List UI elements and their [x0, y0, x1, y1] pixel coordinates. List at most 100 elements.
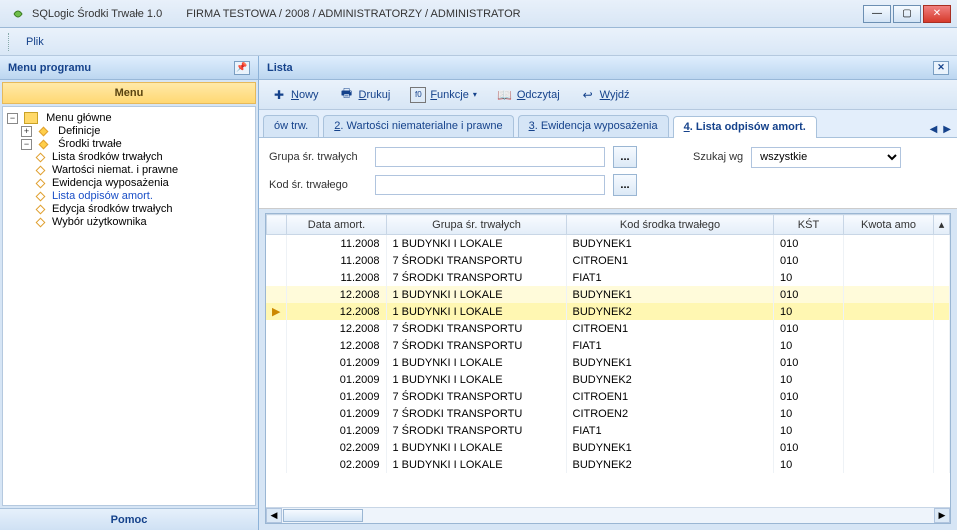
tab-scroll-left[interactable]: ◀ [928, 122, 940, 137]
cell-data: 01.2009 [286, 405, 386, 422]
left-panel-title: Menu programu [8, 62, 91, 74]
lookup-kod-button[interactable]: ... [613, 174, 637, 196]
table-row[interactable]: ▶12.20081 BUDYNKI I LOKALEBUDYNEK210 [266, 303, 950, 320]
table-row[interactable]: 12.20081 BUDYNKI I LOKALEBUDYNEK1010 [266, 286, 950, 303]
cell-kod: CITROEN1 [566, 388, 774, 405]
scroll-left-icon[interactable]: ◀ [266, 508, 282, 523]
cell-kst: 010 [774, 388, 844, 405]
tab-scroll-right[interactable]: ▶ [941, 122, 953, 137]
tree-definicje[interactable]: Definicje [56, 124, 102, 138]
tree-srodki-trwale[interactable]: Środki trwałe [56, 137, 124, 151]
col-kwota[interactable]: Kwota amo [844, 215, 934, 235]
cell-grupa: 7 ŚRODKI TRANSPORTU [386, 269, 566, 286]
table-row[interactable]: 11.20087 ŚRODKI TRANSPORTUFIAT110 [266, 269, 950, 286]
table-row[interactable]: 11.20087 ŚRODKI TRANSPORTUCITROEN1010 [266, 252, 950, 269]
col-kod[interactable]: Kod środka trwałego [567, 215, 774, 235]
cell-kwota [844, 286, 934, 303]
table-row[interactable]: 01.20097 ŚRODKI TRANSPORTUCITROEN1010 [266, 388, 950, 405]
panel-close-button[interactable]: ✕ [933, 61, 949, 75]
diamond-icon [39, 126, 49, 136]
tree-wartosci-niemat[interactable]: Wartości niemat. i prawne [50, 163, 180, 177]
col-scroll-spacer: ▴ [934, 215, 950, 235]
lookup-grupa-button[interactable]: ... [613, 146, 637, 168]
bottom-help-bar[interactable]: Pomoc [0, 508, 258, 530]
table-row[interactable]: 12.20087 ŚRODKI TRANSPORTUCITROEN1010 [266, 320, 950, 337]
cell-kwota [844, 422, 934, 439]
window-close-button[interactable]: ✕ [923, 5, 951, 23]
cell-kod: FIAT1 [566, 337, 774, 354]
table-row[interactable]: 01.20091 BUDYNKI I LOKALEBUDYNEK210 [266, 371, 950, 388]
tool-drukuj[interactable]: 🖶Drukuj [335, 85, 395, 105]
pin-icon[interactable]: 📌 [234, 61, 250, 75]
tree-edycja-srodkow[interactable]: Edycja środków trwałych [50, 202, 174, 216]
cell-kod: CITROEN1 [566, 252, 774, 269]
maximize-button[interactable]: ▢ [893, 5, 921, 23]
tree-root[interactable]: Menu główne [44, 111, 113, 125]
horizontal-scrollbar[interactable]: ◀ ▶ [266, 507, 950, 523]
expand-toggle[interactable]: − [21, 139, 32, 150]
tool-wyjdz[interactable]: ↩Wyjdź [576, 85, 634, 105]
row-indicator [266, 439, 286, 456]
col-data-amort[interactable]: Data amort. [287, 215, 387, 235]
col-grupa[interactable]: Grupa śr. trwałych [387, 215, 567, 235]
table-row[interactable]: 01.20097 ŚRODKI TRANSPORTUCITROEN210 [266, 405, 950, 422]
expand-toggle[interactable]: + [21, 126, 32, 137]
diamond-icon [36, 178, 46, 188]
table-row[interactable]: 11.20081 BUDYNKI I LOKALEBUDYNEK1010 [266, 235, 950, 252]
scroll-thumb[interactable] [283, 509, 363, 522]
cell-grupa: 1 BUDYNKI I LOKALE [386, 286, 566, 303]
diamond-icon [39, 139, 49, 149]
cell-kod: BUDYNEK2 [566, 371, 774, 388]
cell-kst: 10 [774, 303, 844, 320]
cell-kwota [844, 269, 934, 286]
tree-lista-odpisow[interactable]: Lista odpisów amort. [50, 189, 155, 203]
cell-data: 11.2008 [286, 252, 386, 269]
menu-subheader[interactable]: Menu [2, 82, 256, 104]
tree-lista-srodkow[interactable]: Lista środków trwałych [50, 150, 165, 164]
tool-funkcje[interactable]: f0Funkcje ▾ [406, 85, 481, 105]
table-row[interactable]: 01.20097 ŚRODKI TRANSPORTUFIAT110 [266, 422, 950, 439]
minimize-button[interactable]: — [863, 5, 891, 23]
cell-grupa: 1 BUDYNKI I LOKALE [386, 235, 566, 252]
row-indicator: ▶ [266, 303, 286, 320]
tool-nowy[interactable]: ✚Nowy [267, 85, 323, 105]
table-row[interactable]: 02.20091 BUDYNKI I LOKALEBUDYNEK1010 [266, 439, 950, 456]
col-kst[interactable]: KŚT [774, 215, 844, 235]
cell-kod: BUDYNEK2 [566, 456, 774, 473]
tab-fragment-1[interactable]: ów trw. [263, 115, 319, 137]
row-indicator [266, 337, 286, 354]
grid-body[interactable]: 11.20081 BUDYNKI I LOKALEBUDYNEK101011.2… [266, 235, 950, 507]
cell-grupa: 7 ŚRODKI TRANSPORTU [386, 422, 566, 439]
cell-grupa: 1 BUDYNKI I LOKALE [386, 303, 566, 320]
table-row[interactable]: 01.20091 BUDYNKI I LOKALEBUDYNEK1010 [266, 354, 950, 371]
diamond-icon [36, 152, 46, 162]
table-row[interactable]: 12.20087 ŚRODKI TRANSPORTUFIAT110 [266, 337, 950, 354]
exit-icon: ↩ [580, 87, 596, 103]
col-marker[interactable] [267, 215, 287, 235]
tab-ewidencja-wyposazenia[interactable]: 3. Ewidencja wyposażenia [518, 115, 669, 137]
print-icon: 🖶 [339, 87, 355, 103]
diamond-icon [36, 217, 46, 227]
tool-odczytaj[interactable]: 📖Odczytaj [493, 85, 564, 105]
row-indicator [266, 286, 286, 303]
input-kod[interactable] [375, 175, 605, 195]
new-icon: ✚ [271, 87, 287, 103]
tree-ewidencja[interactable]: Ewidencja wyposażenia [50, 176, 171, 190]
cell-kst: 010 [774, 235, 844, 252]
expand-toggle[interactable]: − [7, 113, 18, 124]
tab-lista-odpisow[interactable]: 4. Lista odpisów amort. [673, 116, 817, 138]
cell-kst: 010 [774, 320, 844, 337]
input-grupa[interactable] [375, 147, 605, 167]
menu-plik[interactable]: Plik [18, 33, 52, 51]
row-indicator [266, 422, 286, 439]
scroll-right-icon[interactable]: ▶ [934, 508, 950, 523]
cell-kst: 010 [774, 252, 844, 269]
cell-kst: 10 [774, 422, 844, 439]
tree-wybor-uzytkownika[interactable]: Wybór użytkownika [50, 215, 149, 229]
tab-wartosci-niematerialne[interactable]: 2. Wartości niematerialne i prawne [323, 115, 513, 137]
row-indicator [266, 388, 286, 405]
cell-data: 12.2008 [286, 337, 386, 354]
select-szukaj[interactable]: wszystkie [751, 147, 901, 168]
table-row[interactable]: 02.20091 BUDYNKI I LOKALEBUDYNEK210 [266, 456, 950, 473]
cell-kwota [844, 456, 934, 473]
